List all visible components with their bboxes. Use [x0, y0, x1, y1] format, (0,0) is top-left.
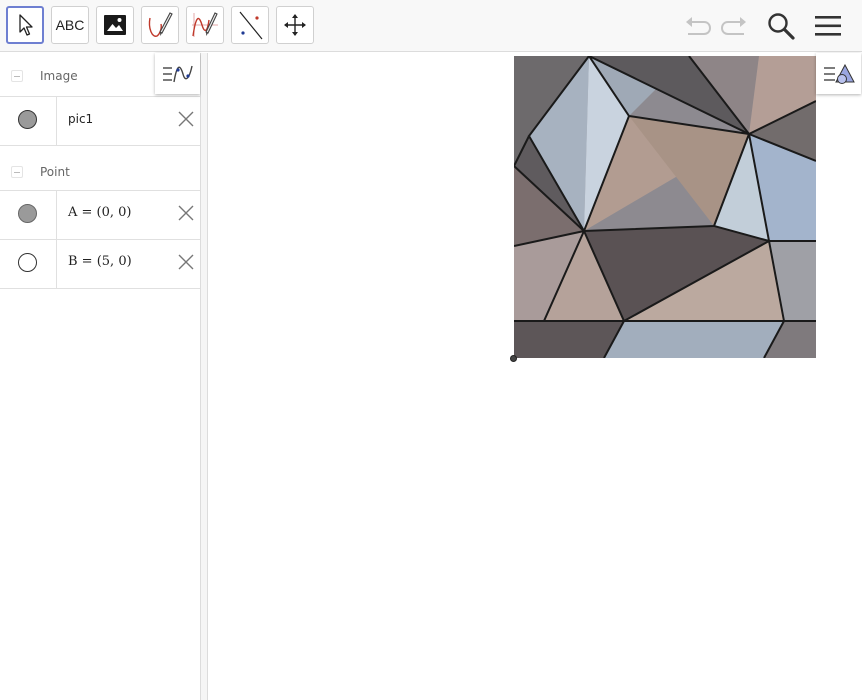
- close-icon: [178, 111, 194, 127]
- line-through-points-icon: [239, 11, 263, 40]
- search-icon: [768, 13, 795, 40]
- hamburger-menu-icon: [815, 16, 841, 36]
- delete-button[interactable]: [176, 203, 196, 223]
- line-tool-button[interactable]: [231, 6, 269, 44]
- image-icon: [104, 15, 126, 35]
- visibility-marble-icon[interactable]: [18, 110, 37, 129]
- image-tool-button[interactable]: [96, 6, 134, 44]
- group-header-point[interactable]: Point: [0, 146, 200, 191]
- text-tool-button[interactable]: ABC: [51, 6, 89, 44]
- algebra-item-text[interactable]: pic1: [68, 112, 93, 126]
- graphics-image-pic1[interactable]: [514, 56, 816, 358]
- close-icon: [178, 254, 194, 270]
- image-corner-point[interactable]: [510, 355, 517, 362]
- algebra-item-text[interactable]: B = (5, 0): [68, 254, 132, 269]
- text-tool-label: ABC: [55, 17, 85, 33]
- function-pen-icon: [192, 12, 218, 37]
- collapse-icon[interactable]: [11, 166, 23, 178]
- pen-tool-button[interactable]: [141, 6, 179, 44]
- marble-cell: [0, 191, 57, 239]
- graphics-style-icon: [823, 63, 855, 84]
- delete-button[interactable]: [176, 252, 196, 272]
- graphics-style-bar-button[interactable]: [816, 53, 861, 94]
- collapse-icon[interactable]: [11, 70, 23, 82]
- pen-icon: [148, 12, 173, 37]
- main-menu-button[interactable]: [811, 8, 845, 44]
- cursor-arrow-icon: [19, 14, 33, 36]
- redo-button[interactable]: [718, 8, 752, 44]
- delete-button[interactable]: [176, 109, 196, 129]
- search-button[interactable]: [764, 8, 798, 44]
- algebra-item-text[interactable]: A = (0, 0): [68, 205, 132, 220]
- marble-cell: [0, 240, 57, 288]
- undo-button[interactable]: [680, 8, 714, 44]
- move-tool-button[interactable]: [6, 6, 44, 44]
- group-label: Image: [40, 69, 78, 83]
- visibility-marble-icon[interactable]: [18, 253, 37, 272]
- algebra-view: Image pic1 Point A = (0, 0) B = (5, 0): [0, 53, 201, 700]
- marble-cell: [0, 97, 57, 145]
- geometric-ceiling-image: [514, 56, 816, 358]
- toolbar: ABC: [0, 0, 862, 52]
- group-label: Point: [40, 165, 70, 179]
- function-inspector-tool-button[interactable]: [186, 6, 224, 44]
- move-arrows-icon: [284, 14, 306, 36]
- visibility-marble-icon[interactable]: [18, 204, 37, 223]
- algebra-style-icon: [162, 65, 193, 82]
- algebra-row-pic1[interactable]: pic1: [0, 97, 200, 146]
- algebra-style-bar-button[interactable]: [155, 53, 200, 94]
- redo-icon: [720, 17, 746, 35]
- undo-icon: [686, 17, 712, 35]
- algebra-row-point-a[interactable]: A = (0, 0): [0, 191, 200, 240]
- algebra-row-point-b[interactable]: B = (5, 0): [0, 240, 200, 289]
- view-splitter[interactable]: [201, 53, 208, 700]
- move-graphics-view-tool-button[interactable]: [276, 6, 314, 44]
- close-icon: [178, 205, 194, 221]
